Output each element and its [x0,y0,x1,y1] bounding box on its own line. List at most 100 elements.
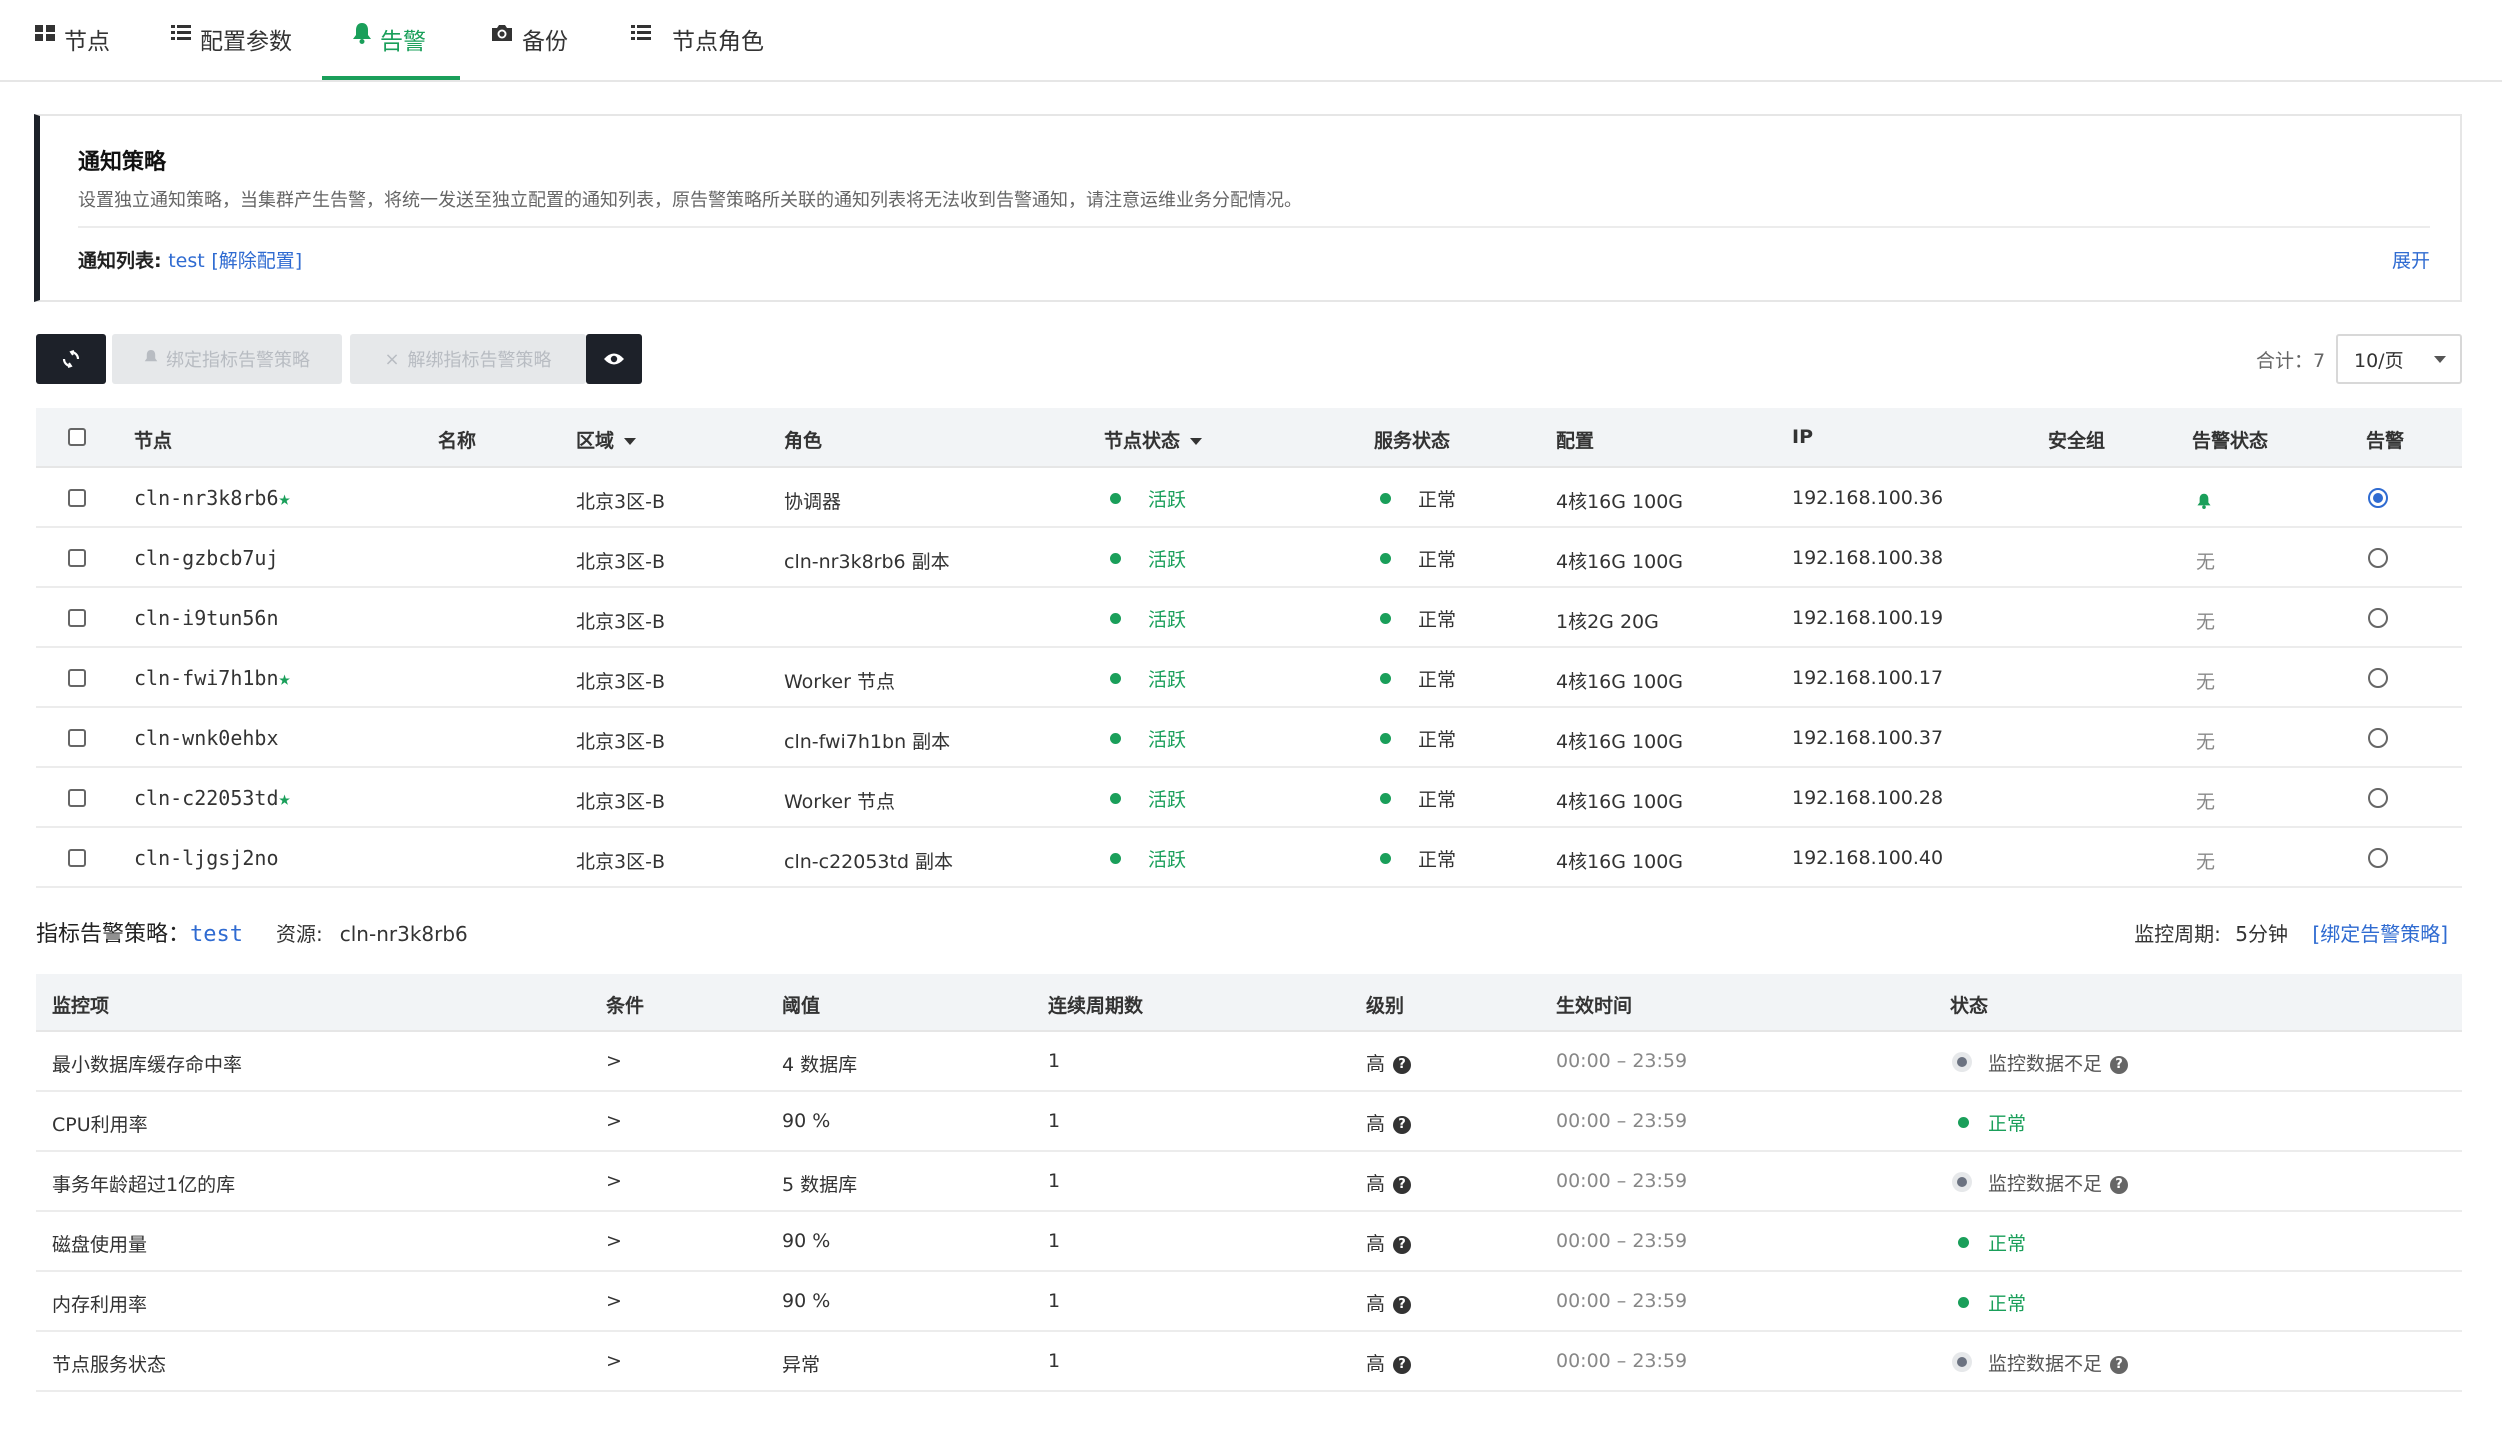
condition: > [606,1050,622,1072]
bind-alarm-policy-button[interactable]: 绑定指标告警策略 [112,334,342,384]
node-status: 活跃 [1148,489,1187,511]
total-count: 合计：7 [2256,350,2326,372]
help-icon[interactable]: ? [1393,1175,1412,1194]
region: 北京3区-B [576,671,665,693]
status-dot [1958,1117,1969,1128]
header-alarm-status: 告警状态 [2192,430,2269,452]
notification-list-value[interactable]: test [168,250,205,272]
row-checkbox[interactable] [68,489,86,507]
row-checkbox[interactable] [68,609,86,627]
ip: 192.168.100.28 [1792,787,1944,809]
view-button[interactable] [586,334,642,384]
expand-link[interactable]: 展开 [2392,246,2430,273]
ip: 192.168.100.17 [1792,667,1944,689]
region: 北京3区-B [576,731,665,753]
node-status-dot [1110,493,1121,504]
help-icon[interactable]: ? [2110,1355,2129,1374]
region: 北京3区-B [576,491,665,513]
page-size-select[interactable]: 10/页 [2336,334,2462,384]
header-region[interactable]: 区域 [576,426,637,453]
alarm-radio[interactable] [2368,728,2388,748]
node-id: cln-i9tun56n [134,606,279,630]
list-icon [630,22,652,50]
alarm-radio[interactable] [2368,788,2388,808]
node-id-text: cln-fwi7h1bn [134,666,279,690]
status: 正常 [1988,1113,2027,1135]
unbind-config-link[interactable]: [解除配置] [211,250,302,272]
table-row[interactable]: cln-fwi7h1bn★ 北京3区-B Worker 节点 活跃 正常 4核16G 10… [36,648,2462,708]
row-checkbox[interactable] [68,669,86,687]
monitor-item: 磁盘使用量 [52,1234,148,1256]
table-row[interactable]: cln-wnk0ehbx 北京3区-B cln-fwi7h1bn 副本 活跃 正常 4核1… [36,708,2462,768]
level-text: 高 [1366,1113,1386,1135]
level-text: 高 [1366,1173,1386,1195]
tab-label: 配置参数 [200,29,292,55]
ip: 192.168.100.37 [1792,727,1944,749]
tab-backup[interactable]: 备份 [490,22,568,82]
header-node-status[interactable]: 节点状态 [1104,426,1203,453]
tab-alarm[interactable]: 告警 [352,22,426,82]
cycles: 1 [1048,1170,1061,1192]
status-text: 监控数据不足 [1988,1173,2103,1195]
role: Worker 节点 [784,791,895,813]
help-icon[interactable]: ? [2110,1055,2129,1074]
resource-label: 资源: [276,922,323,946]
help-icon[interactable]: ? [1393,1115,1412,1134]
level-text: 高 [1366,1293,1386,1315]
alarm-radio[interactable] [2368,608,2388,628]
row-checkbox[interactable] [68,549,86,567]
node-table-header: 节点 名称 区域 角色 节点状态 服务状态 配置 IP 安全组 告警状态 告警 [36,408,2462,468]
level-text: 高 [1366,1353,1386,1375]
service-status: 正常 [1418,849,1457,871]
tab-nodes[interactable]: 节点 [34,22,110,82]
unbind-alarm-policy-button[interactable]: × 解绑指标告警策略 [350,334,586,384]
tab-node-roles[interactable]: 节点角色 [630,22,764,82]
row-checkbox[interactable] [68,849,86,867]
alarm-radio[interactable] [2368,488,2388,508]
node-id: cln-fwi7h1bn★ [134,666,291,690]
header-level: 级别 [1366,995,1405,1017]
alarm-status: 无 [2196,551,2216,573]
alarm-radio[interactable] [2368,548,2388,568]
node-id: cln-wnk0ehbx [134,726,279,750]
period-label: 监控周期: [2134,922,2221,946]
row-checkbox[interactable] [68,789,86,807]
bind-alarm-policy-link[interactable]: [绑定告警策略] [2312,922,2448,946]
node-id-text: cln-ljgsj2no [134,846,279,870]
config: 4核16G 100G [1556,731,1684,753]
refresh-button[interactable] [36,334,106,384]
policy-table: 监控项 条件 阈值 连续周期数 级别 生效时间 状态 最小数据库缓存命中率 >4 … [36,974,2462,1394]
select-all-checkbox[interactable] [68,428,86,446]
grid-icon [34,22,56,50]
alarm-radio[interactable] [2368,848,2388,868]
role: cln-fwi7h1bn 副本 [784,731,951,753]
role: cln-nr3k8rb6 副本 [784,551,950,573]
help-icon[interactable]: ? [1393,1235,1412,1254]
cycles: 1 [1048,1050,1061,1072]
help-icon[interactable]: ? [1393,1355,1412,1374]
row-checkbox[interactable] [68,729,86,747]
condition: > [606,1290,622,1312]
policy-value[interactable]: test [190,922,243,947]
table-row[interactable]: cln-c22053td★ 北京3区-B Worker 节点 活跃 正常 4核16G 10… [36,768,2462,828]
help-icon[interactable]: ? [2110,1175,2129,1194]
table-row[interactable]: cln-ljgsj2no 北京3区-B cln-c22053td 副本 活跃 正常 4核1… [36,828,2462,888]
service-status: 正常 [1418,789,1457,811]
alarm-radio[interactable] [2368,668,2388,688]
help-icon[interactable]: ? [1393,1055,1412,1074]
close-icon: × [384,348,400,370]
cycles: 1 [1048,1110,1061,1132]
header-alarm: 告警 [2366,430,2405,452]
node-id: cln-c22053td★ [134,786,291,810]
table-row[interactable]: cln-gzbcb7uj 北京3区-B cln-nr3k8rb6 副本 活跃 正常 4核1… [36,528,2462,588]
alarm-status: 无 [2196,851,2216,873]
config: 4核16G 100G [1556,491,1684,513]
node-id: cln-nr3k8rb6★ [134,486,291,510]
help-icon[interactable]: ? [1393,1295,1412,1314]
tab-config-params[interactable]: 配置参数 [170,22,292,82]
table-row[interactable]: cln-nr3k8rb6★ 北京3区-B 协调器 活跃 正常 4核16G 100G 192.… [36,468,2462,528]
cycles: 1 [1048,1290,1061,1312]
table-row[interactable]: cln-i9tun56n 北京3区-B 活跃 正常 1核2G 20G 192.168.10… [36,588,2462,648]
node-status-dot [1110,553,1121,564]
service-status-dot [1380,793,1391,804]
